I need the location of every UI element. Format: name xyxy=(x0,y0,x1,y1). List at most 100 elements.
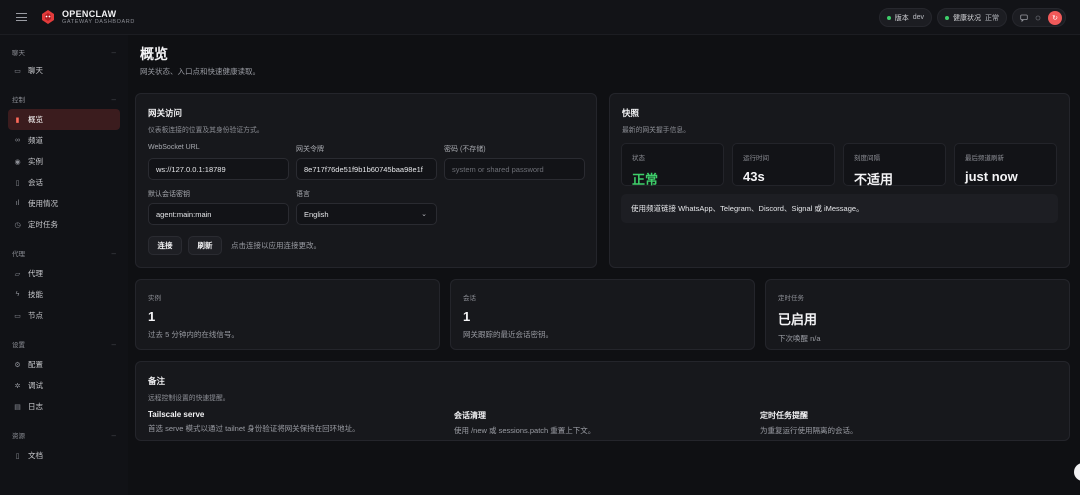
snapshot-card: 快照 最新的网关握手信息。 状态 正常 运行时间 43s 刻度间隔 不适用 最后… xyxy=(609,93,1070,268)
section-title: 代理 xyxy=(12,251,25,258)
connect-button[interactable]: 连接 xyxy=(148,236,182,255)
language-value: English xyxy=(304,209,329,219)
note-text: 使用 /new 或 sessions.patch 重置上下文。 xyxy=(454,426,596,435)
ws-url-label: WebSocket URL xyxy=(148,144,200,151)
sidebar-item-debug[interactable]: ✲ 调试 xyxy=(8,375,120,396)
metric-label: 会话 xyxy=(463,295,476,302)
gear-icon: ⚙ xyxy=(14,361,21,369)
radio-icon: ◉ xyxy=(14,158,21,166)
collapse-icon[interactable]: – xyxy=(112,249,116,258)
bar-chart-icon: ▮ xyxy=(15,116,20,124)
card-title: 备注 xyxy=(148,376,166,386)
page-title: 概览 xyxy=(140,46,168,62)
note-text: 为重复运行使用隔离的会话。 xyxy=(760,426,858,435)
collapse-icon[interactable]: – xyxy=(112,340,116,349)
book-icon: ▯ xyxy=(15,452,20,460)
stat-label: 状态 xyxy=(632,155,645,162)
note-cron-reminder: 定时任务提醒 为重复运行使用隔离的会话。 xyxy=(760,410,858,436)
card-subtitle: 最新的网关握手信息。 xyxy=(622,127,690,134)
stat-label: 刻度间隔 xyxy=(854,155,880,162)
refresh-button[interactable]: 刷新 xyxy=(188,236,222,255)
main-content: 概览 网关状态、入口点和快速健康读取。 网关访问 仪表板连接的位置及其身份验证方… xyxy=(128,35,1080,495)
sidebar-item-label: 会话 xyxy=(28,178,43,187)
collapse-icon[interactable]: – xyxy=(112,95,116,104)
section-title: 控制 xyxy=(12,97,25,104)
clock-icon: ◷ xyxy=(14,221,21,229)
stat-value: 不适用 xyxy=(854,172,894,187)
theme-toggle-icon[interactable] xyxy=(1034,14,1042,22)
ws-url-input[interactable]: ws://127.0.0.1:18789 xyxy=(148,158,289,180)
connect-hint: 点击连接以应用连接更改。 xyxy=(231,241,321,250)
sidebar: 聊天 – ▭ 聊天 控制 – ▮ 概览 ∞ 频道 ◉ 实例 ▯ 会话 ıl 使用情况 ◷ 定时任务… xyxy=(0,35,128,495)
sidebar-section-settings[interactable]: 设置 – xyxy=(0,338,128,350)
link-icon: ∞ xyxy=(15,137,20,144)
sidebar-item-config[interactable]: ⚙ 配置 xyxy=(8,354,120,375)
stat-status: 状态 正常 xyxy=(621,143,724,187)
card-title: 网关访问 xyxy=(148,108,183,118)
metric-description: 网关跟踪的最近会话密钥。 xyxy=(463,330,553,339)
sidebar-item-skills[interactable]: ϟ 技能 xyxy=(8,284,120,305)
note-title: 会话清理 xyxy=(454,411,486,420)
bug-icon: ✲ xyxy=(14,382,21,390)
sidebar-section-agents[interactable]: 代理 – xyxy=(0,247,128,259)
gateway-token-label: 网关令牌 xyxy=(296,146,324,153)
sidebar-item-channels[interactable]: ∞ 频道 xyxy=(8,130,120,151)
top-bar: OPENCLAW GATEWAY DASHBOARD 版本 dev 健康状况 正… xyxy=(0,0,1080,35)
sidebar-item-nodes[interactable]: ▭ 节点 xyxy=(8,305,120,326)
sidebar-item-cron[interactable]: ◷ 定时任务 xyxy=(8,214,120,235)
card-subtitle: 仪表板连接的位置及其身份验证方式。 xyxy=(148,127,264,134)
session-key-input[interactable]: agent:main:main xyxy=(148,203,289,225)
version-label: 版本 xyxy=(894,14,909,22)
collapse-icon[interactable]: – xyxy=(112,48,116,57)
gateway-token-input[interactable]: 8e717f76de51f9b1b60745baa98e1f xyxy=(296,158,437,180)
stat-value: 正常 xyxy=(632,172,659,187)
sidebar-item-agents[interactable]: ▱ 代理 xyxy=(8,263,120,284)
usage-icon: ıl xyxy=(15,200,20,207)
metric-value: 1 xyxy=(463,309,471,324)
sidebar-item-chat[interactable]: ▭ 聊天 xyxy=(8,60,120,81)
health-pill: 健康状况 正常 xyxy=(937,8,1007,27)
stat-uptime: 运行时间 43s xyxy=(732,143,835,186)
sidebar-item-usage[interactable]: ıl 使用情况 xyxy=(8,193,120,214)
metric-label: 定时任务 xyxy=(778,295,804,302)
brand-subtitle: GATEWAY DASHBOARD xyxy=(62,18,135,25)
collapse-icon[interactable]: – xyxy=(112,431,116,440)
section-title: 资源 xyxy=(12,433,25,440)
sidebar-item-overview[interactable]: ▮ 概览 xyxy=(8,109,120,130)
note-title: 定时任务提醒 xyxy=(760,411,808,420)
sidebar-item-label: 聊天 xyxy=(28,66,43,75)
notes-card: 备注 远程控制设置的快速提醒。 Tailscale serve 首选 serve… xyxy=(135,361,1070,441)
note-session-cleanup: 会话清理 使用 /new 或 sessions.patch 重置上下文。 xyxy=(454,410,595,436)
chat-icon: ▭ xyxy=(14,67,21,75)
section-title: 聊天 xyxy=(12,50,25,57)
log-icon: ▤ xyxy=(14,403,21,411)
page-subtitle: 网关状态、入口点和快速健康读取。 xyxy=(140,67,260,76)
stat-last-refresh: 最后频道刷新 just now xyxy=(954,143,1057,186)
version-value: dev xyxy=(912,14,924,21)
sidebar-section-resources[interactable]: 资源 – xyxy=(0,429,128,441)
cron-card[interactable]: 定时任务 已启用 下次唤醒 n/a xyxy=(765,279,1070,350)
sidebar-item-label: 实例 xyxy=(28,157,43,166)
sessions-card[interactable]: 会话 1 网关跟踪的最近会话密钥。 xyxy=(450,279,755,350)
sidebar-section-chat[interactable]: 聊天 – xyxy=(0,46,128,58)
language-label: 语言 xyxy=(296,191,310,198)
sidebar-item-instances[interactable]: ◉ 实例 xyxy=(8,151,120,172)
chat-bubble-icon[interactable] xyxy=(1020,14,1028,22)
sidebar-item-label: 频道 xyxy=(28,136,43,145)
menu-icon[interactable] xyxy=(16,13,27,21)
card-subtitle: 远程控制设置的快速提醒。 xyxy=(148,395,230,402)
sidebar-item-logs[interactable]: ▤ 日志 xyxy=(8,396,120,417)
metric-value: 已启用 xyxy=(778,312,818,327)
folder-icon: ▱ xyxy=(14,270,21,278)
note-text: 首选 serve 模式以通过 tailnet 身份验证将网关保持在回环地址。 xyxy=(148,424,360,433)
sidebar-item-docs[interactable]: ▯ 文档 xyxy=(8,445,120,466)
language-select[interactable]: English ⌄ xyxy=(296,203,437,225)
sidebar-item-sessions[interactable]: ▯ 会话 xyxy=(8,172,120,193)
avatar[interactable]: ↻ xyxy=(1048,10,1062,25)
sidebar-item-label: 文档 xyxy=(28,451,43,460)
section-title: 设置 xyxy=(12,342,25,349)
sidebar-section-control[interactable]: 控制 – xyxy=(0,93,128,105)
note-title: Tailscale serve xyxy=(148,410,205,419)
password-input[interactable]: system or shared password xyxy=(444,158,585,180)
instances-card[interactable]: 实例 1 过去 5 分钟内的在线信号。 xyxy=(135,279,440,350)
